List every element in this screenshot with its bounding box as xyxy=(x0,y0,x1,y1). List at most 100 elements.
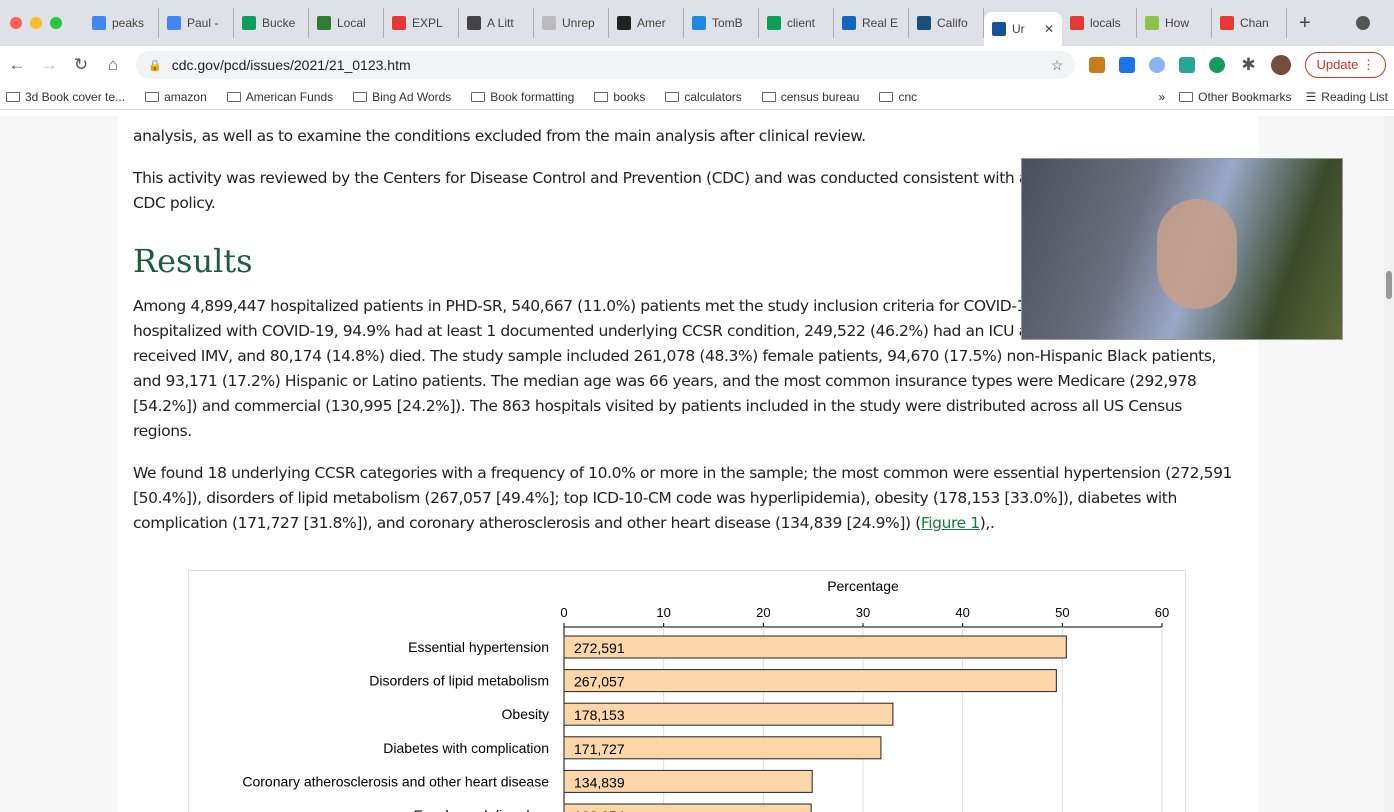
category-label: Coronary atherosclerosis and other heart… xyxy=(242,773,549,789)
presenter-video xyxy=(1157,199,1237,309)
favicon-icon xyxy=(1220,16,1234,30)
bookmark-folder[interactable]: American Funds xyxy=(226,90,333,104)
favicon-icon xyxy=(842,16,856,30)
bookmark-star-icon[interactable]: ☆ xyxy=(1051,57,1064,74)
category-label: Diabetes with complication xyxy=(383,740,549,756)
folder-icon xyxy=(353,91,368,102)
tab-title: EXPL xyxy=(412,16,443,30)
maximize-window-button[interactable] xyxy=(50,17,62,29)
bookmark-folder[interactable]: census bureau xyxy=(761,89,860,104)
category-label: Disorders of lipid metabolism xyxy=(369,673,549,689)
tab[interactable]: A Litt xyxy=(459,8,534,38)
tab-title: Ur xyxy=(1012,22,1025,36)
extension-icon[interactable] xyxy=(1089,57,1106,73)
tab[interactable]: Real E xyxy=(834,8,909,38)
close-window-button[interactable] xyxy=(10,17,22,29)
extension-icon[interactable] xyxy=(1209,57,1226,73)
tab[interactable]: TomB xyxy=(684,8,759,38)
tab-title: Paul - xyxy=(187,16,219,30)
paragraph-text: We found 18 underlying CCSR categories w… xyxy=(133,464,1233,532)
bookmark-folder[interactable]: books xyxy=(594,90,645,104)
bookmark-label: census bureau xyxy=(780,89,860,104)
new-tab-button[interactable]: + xyxy=(1299,12,1311,35)
folder-icon xyxy=(145,91,160,102)
reading-list[interactable]: ☰ Reading List xyxy=(1306,90,1388,104)
x-tick-label: 10 xyxy=(656,605,670,620)
more-bookmarks-icon[interactable]: » xyxy=(1158,90,1165,104)
tab-search-icon[interactable] xyxy=(1356,16,1370,30)
minimize-window-button[interactable] xyxy=(30,17,42,29)
toolbar: ← → ↻ ⌂ 🔒 cdc.gov/pcd/issues/2021/21_012… xyxy=(0,46,1394,84)
extensions-puzzle-icon[interactable]: ✱ xyxy=(1239,55,1257,75)
favicon-icon xyxy=(1145,16,1159,30)
other-bookmarks[interactable]: Other Bookmarks xyxy=(1179,90,1292,104)
bookmark-folder[interactable]: Book formatting xyxy=(471,90,574,104)
forward-icon[interactable]: → xyxy=(40,55,58,75)
home-icon[interactable]: ⌂ xyxy=(104,55,122,75)
bookmark-folder[interactable]: cnc xyxy=(879,90,917,104)
reload-icon[interactable]: ↻ xyxy=(72,55,90,75)
extension-icon[interactable] xyxy=(1179,57,1196,73)
scrollbar[interactable] xyxy=(1384,116,1394,812)
bookmark-label: Book formatting xyxy=(490,89,575,104)
bookmark-folder[interactable]: calculators xyxy=(665,90,742,104)
scrollbar-thumb[interactable] xyxy=(1386,271,1392,299)
address-bar[interactable]: 🔒 cdc.gov/pcd/issues/2021/21_0123.htm ☆ xyxy=(136,51,1076,79)
reading-list-label: Reading List xyxy=(1321,89,1388,104)
tab-title: Chan xyxy=(1240,16,1269,30)
figure-1-link[interactable]: Figure 1 xyxy=(921,514,980,532)
tab[interactable]: locals xyxy=(1062,8,1137,38)
tab-title: Local xyxy=(337,16,366,30)
tab-title: locals xyxy=(1090,16,1121,30)
paragraph-text: ),. xyxy=(979,514,995,532)
lock-icon: 🔒 xyxy=(148,59,162,72)
tab[interactable]: How xyxy=(1137,8,1212,38)
back-icon[interactable]: ← xyxy=(8,55,26,75)
tab[interactable]: Local xyxy=(309,8,384,38)
bookmark-label: amazon xyxy=(164,89,207,104)
paragraph: We found 18 underlying CCSR categories w… xyxy=(133,461,1243,536)
x-axis-label: Percentage xyxy=(827,578,899,594)
favicon-icon xyxy=(92,16,106,30)
tab[interactable]: Paul - xyxy=(159,8,234,38)
tab[interactable]: peaks xyxy=(84,8,159,38)
tab[interactable]: Unrep xyxy=(534,8,609,38)
favicon-icon xyxy=(467,16,481,30)
favicon-icon xyxy=(992,22,1006,36)
avatar[interactable] xyxy=(1271,55,1292,75)
paragraph: analysis, as well as to examine the cond… xyxy=(133,127,866,145)
extension-icon[interactable] xyxy=(1149,57,1166,73)
data-label: 267,057 xyxy=(574,674,625,690)
tab[interactable]: Amer xyxy=(609,8,684,38)
x-tick-label: 0 xyxy=(560,605,567,620)
tab-title: Califo xyxy=(937,16,968,30)
tab[interactable]: client xyxy=(759,8,834,38)
close-tab-icon[interactable]: ✕ xyxy=(1044,22,1054,36)
tab[interactable]: Califo xyxy=(909,8,984,38)
extension-icon[interactable] xyxy=(1119,57,1136,73)
category-label: Obesity xyxy=(502,706,549,722)
update-button[interactable]: Update ⋮ xyxy=(1305,52,1386,78)
bar xyxy=(563,669,1057,693)
tab[interactable]: Ur ✕ xyxy=(984,12,1062,46)
x-tick-label: 50 xyxy=(1055,605,1069,620)
favicon-icon xyxy=(167,16,181,30)
favicon-icon xyxy=(917,16,931,30)
folder-icon xyxy=(471,91,486,102)
favicon-icon xyxy=(242,16,256,30)
bookmark-label: Bing Ad Words xyxy=(372,89,452,104)
bookmarks-bar: 3d Book cover te... amazon American Funds B… xyxy=(0,84,1394,110)
tab[interactable]: Chan xyxy=(1212,8,1287,38)
tab-title: TomB xyxy=(712,16,743,30)
tab-title: Bucke xyxy=(262,16,296,30)
bookmark-folder[interactable]: 3d Book cover te... xyxy=(6,90,125,104)
favicon-icon xyxy=(767,16,781,30)
bookmark-folder[interactable]: Bing Ad Words xyxy=(353,90,451,104)
data-label: 272,591 xyxy=(574,640,625,656)
tab-title: peaks xyxy=(112,16,145,30)
tab[interactable]: EXPL xyxy=(384,8,459,38)
folder-icon xyxy=(6,91,20,102)
bookmark-folder[interactable]: amazon xyxy=(145,90,207,104)
tab[interactable]: Bucke xyxy=(234,8,309,38)
webcam-overlay[interactable] xyxy=(1021,158,1343,340)
